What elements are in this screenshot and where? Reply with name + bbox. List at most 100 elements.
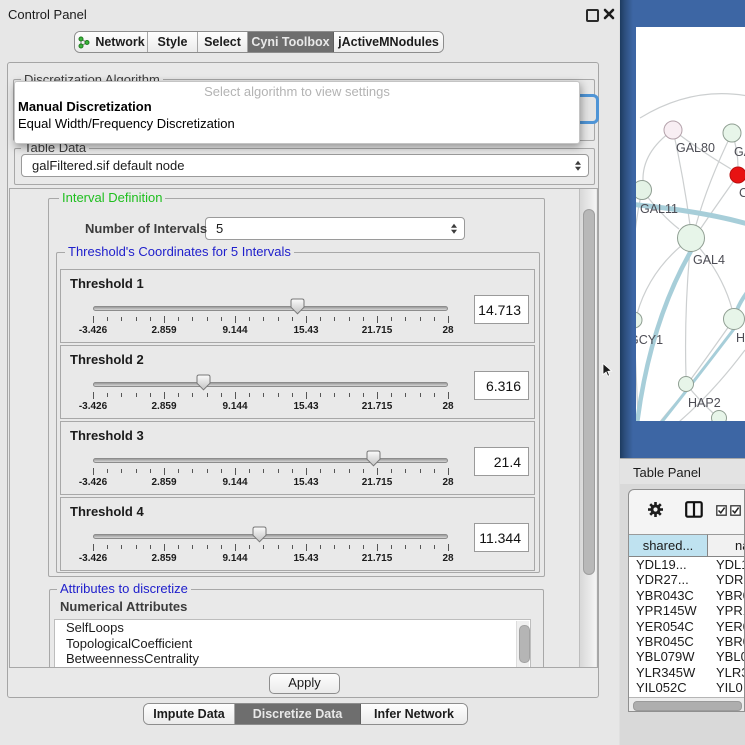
network-node[interactable] [636, 181, 652, 200]
node-table-container: shared... na YDL19...YDL1YDR27...YDR2YBR… [628, 489, 745, 712]
network-node[interactable] [679, 377, 694, 392]
mouse-cursor-icon [602, 363, 613, 378]
threshold-slider-handle[interactable] [290, 298, 305, 315]
threshold-slider-track[interactable] [93, 458, 448, 463]
table-row[interactable]: YDL19...YDL1 [629, 557, 745, 572]
threshold-value-input[interactable] [474, 523, 529, 552]
tab-discretize-data[interactable]: Discretize Data [235, 704, 361, 724]
threshold-slider-track[interactable] [93, 534, 448, 539]
column-header-shared-name[interactable]: shared... [629, 534, 708, 557]
settings-scroll-viewport: Interval Definition Number of Intervals … [9, 188, 598, 668]
tab-impute-data[interactable]: Impute Data [144, 704, 235, 724]
tab-label: Cyni Toolbox [251, 35, 329, 49]
tab-jactivemnodules[interactable]: jActiveMNodules [334, 32, 443, 52]
attributes-scrollbar-thumb[interactable] [519, 625, 530, 663]
threshold-value-input[interactable] [474, 371, 529, 400]
numerical-attributes-list[interactable]: SelfLoopsTopologicalCoefficientBetweenne… [54, 619, 531, 668]
table-row[interactable]: YDR27...YDR2 [629, 572, 745, 587]
settings-scrollbar-thumb[interactable] [583, 209, 595, 575]
tick-label: 9.144 [222, 325, 247, 336]
threshold-slider-track[interactable] [93, 306, 448, 311]
tick-mark [164, 544, 165, 551]
tick-mark [292, 469, 293, 473]
table-row[interactable]: YBL079WYBL0 [629, 649, 745, 664]
apply-button[interactable]: Apply [269, 673, 340, 694]
network-canvas[interactable]: GAL80GACGAL11GAL4GCY1HAHAP2 [636, 27, 745, 421]
threshold-label: Threshold 1 [70, 276, 144, 291]
tick-mark [349, 317, 350, 321]
tab-style[interactable]: Style [148, 32, 198, 52]
checkbox-icon[interactable] [716, 505, 727, 516]
attribute-item[interactable]: SelfLoops [55, 620, 530, 636]
number-of-intervals-combobox[interactable]: 5 [205, 217, 465, 240]
network-edge [642, 391, 686, 421]
tick-mark [178, 317, 179, 321]
number-of-intervals-label: Number of Intervals [82, 222, 210, 235]
table-hscrollbar-thumb[interactable] [633, 701, 742, 711]
threshold-label: Threshold 4 [70, 504, 144, 519]
threshold-value-input[interactable] [474, 295, 529, 324]
algorithm-option[interactable]: Manual Discretization [15, 99, 579, 116]
tab-select[interactable]: Select [198, 32, 248, 52]
updown-arrows-icon[interactable] [451, 223, 457, 234]
updown-arrows-icon[interactable] [575, 160, 581, 171]
attribute-item[interactable]: BetweennessCentrality [55, 651, 530, 667]
node-label: GAL4 [693, 253, 725, 267]
node-label: HAP2 [688, 396, 721, 410]
network-node[interactable] [723, 124, 741, 142]
attribute-item[interactable]: TopologicalCoefficient [55, 636, 530, 652]
table-row[interactable]: YER054CYER0 [629, 619, 745, 634]
tick-mark [235, 392, 236, 399]
gear-icon[interactable] [647, 501, 664, 518]
threshold-slider-handle[interactable] [366, 450, 381, 467]
network-node[interactable] [636, 312, 642, 328]
tab-label: Discretize Data [253, 707, 343, 721]
tab-infer-network[interactable]: Infer Network [361, 704, 467, 724]
node-label: HA [736, 331, 745, 345]
tick-mark [391, 393, 392, 397]
network-node[interactable] [724, 309, 745, 330]
control-panel: Control Panel NetworkStyleSelectCyni Too… [0, 0, 619, 745]
attributes-scrollbar[interactable] [516, 621, 529, 668]
cell-shared-name: YDL19... [636, 557, 687, 572]
network-node[interactable] [712, 411, 727, 422]
tick-mark [434, 469, 435, 473]
tick-label: 21.715 [362, 325, 393, 336]
threshold-value-input[interactable] [474, 447, 529, 476]
table-row[interactable]: YBR043CYBR0 [629, 588, 745, 603]
float-window-icon[interactable] [586, 9, 599, 22]
tick-mark [363, 393, 364, 397]
split-columns-icon[interactable] [685, 501, 703, 518]
algorithm-option-placeholder[interactable]: Select algorithm to view settings [15, 82, 579, 99]
table-horizontal-scrollbar[interactable] [629, 697, 745, 711]
threshold-panel: Threshold 2-3.4262.8599.14415.4321.71528 [60, 345, 535, 419]
cyni-toolbox-content: Discretization Algorithm Table Data galF… [7, 62, 599, 698]
algorithm-option[interactable]: Equal Width/Frequency Discretization [15, 116, 579, 133]
algorithm-dropdown-popup: Select algorithm to view settings Manual… [14, 81, 580, 144]
table-row[interactable]: YPR145WYPR1 [629, 603, 745, 618]
tick-mark [434, 545, 435, 549]
network-node[interactable] [664, 121, 682, 139]
threshold-slider-handle[interactable] [196, 374, 211, 391]
network-node[interactable] [678, 225, 705, 252]
settings-scrollbar[interactable] [579, 189, 596, 667]
table-row[interactable]: YBR045CYBR0 [629, 634, 745, 649]
threshold-slider-track[interactable] [93, 382, 448, 387]
column-header-name[interactable]: na [708, 534, 745, 557]
close-icon[interactable] [603, 8, 615, 20]
tick-mark [121, 317, 122, 321]
interval-definition-label: Interval Definition [59, 191, 165, 204]
tick-mark [448, 468, 449, 475]
tab-cyni-toolbox[interactable]: Cyni Toolbox [248, 32, 334, 52]
table-row[interactable]: YIL052CYIL0 [629, 680, 745, 695]
threshold-slider-handle[interactable] [252, 526, 267, 543]
cell-shared-name: YER054C [636, 619, 694, 634]
tab-network[interactable]: Network [75, 32, 148, 52]
table-data-combobox[interactable]: galFiltered.sif default node [21, 154, 589, 177]
tick-label: 2.859 [151, 401, 176, 412]
tick-mark [377, 468, 378, 475]
table-row[interactable]: YLR345WYLR3 [629, 665, 745, 680]
checkbox-icon[interactable] [730, 505, 741, 516]
network-node[interactable] [730, 167, 745, 183]
tick-mark [178, 545, 179, 549]
